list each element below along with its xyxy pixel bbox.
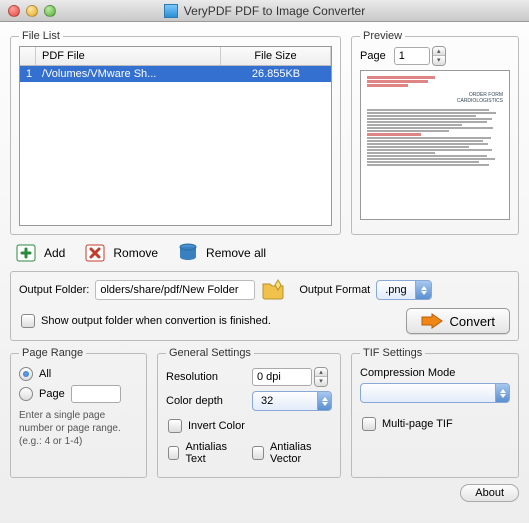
col-index[interactable] — [20, 47, 36, 65]
chevron-updown-icon — [415, 281, 431, 299]
col-file-size[interactable]: File Size — [221, 47, 331, 65]
color-depth-value: 32 — [261, 395, 273, 407]
stepper-up-icon[interactable]: ▴ — [315, 368, 327, 377]
page-input[interactable] — [394, 47, 430, 65]
page-stepper[interactable]: ▴ ▾ — [394, 46, 446, 66]
file-table[interactable]: PDF File File Size 1 /Volumes/VMware Sh.… — [19, 46, 332, 226]
preview-group: Preview Page ▴ ▾ ORD — [351, 30, 519, 235]
add-icon — [14, 241, 38, 265]
app-window: VeryPDF PDF to Image Converter File List… — [0, 0, 529, 523]
antialias-text-checkbox[interactable] — [168, 446, 179, 460]
multipage-tif-checkbox[interactable] — [362, 417, 376, 431]
page-range-input[interactable] — [71, 385, 121, 403]
page-range-hint: Enter a single page number or page range… — [19, 409, 138, 448]
output-folder-input[interactable] — [95, 280, 255, 300]
remove-all-icon — [176, 241, 200, 265]
page-range-page-radio[interactable] — [19, 387, 33, 401]
antialias-text-label: Antialias Text — [185, 441, 236, 465]
chevron-updown-icon — [495, 384, 509, 402]
stepper-down-icon[interactable]: ▾ — [315, 377, 327, 386]
page-range-legend: Page Range — [19, 347, 86, 359]
window-title-text: VeryPDF PDF to Image Converter — [184, 4, 365, 18]
file-list-group: File List PDF File File Size 1 /Volumes/… — [10, 30, 341, 235]
browse-folder-icon[interactable] — [261, 278, 285, 302]
compression-label: Compression Mode — [360, 367, 510, 379]
output-folder-label: Output Folder: — [19, 284, 89, 296]
table-header: PDF File File Size — [20, 47, 331, 66]
table-row[interactable]: 1 /Volumes/VMware Sh... 26.855KB — [20, 66, 331, 82]
output-format-select[interactable]: .png — [376, 280, 432, 300]
general-settings-group: General Settings Resolution ▴▾ Color dep… — [157, 347, 341, 478]
page-range-group: Page Range All Page Enter a single page … — [10, 347, 147, 478]
chevron-updown-icon — [317, 392, 331, 410]
about-button[interactable]: About — [460, 484, 519, 502]
page-range-all-label: All — [39, 368, 51, 380]
resolution-stepper[interactable]: ▴▾ — [252, 367, 328, 387]
titlebar: VeryPDF PDF to Image Converter — [0, 0, 529, 22]
window-title: VeryPDF PDF to Image Converter — [0, 4, 529, 18]
remove-label: Romove — [113, 246, 158, 260]
color-depth-label: Color depth — [166, 395, 242, 407]
stepper-down-icon[interactable]: ▾ — [433, 56, 445, 65]
content-area: File List PDF File File Size 1 /Volumes/… — [0, 22, 529, 523]
multipage-tif-label: Multi-page TIF — [382, 418, 453, 430]
app-icon — [164, 4, 178, 18]
cell-size: 26.855KB — [221, 66, 331, 82]
antialias-vector-label: Antialias Vector — [270, 441, 330, 465]
tif-legend: TIF Settings — [360, 347, 425, 359]
preview-legend: Preview — [360, 30, 405, 42]
page-range-page-label: Page — [39, 388, 65, 400]
tif-settings-group: TIF Settings Compression Mode Multi-page… — [351, 347, 519, 478]
compression-select[interactable] — [360, 383, 510, 403]
invert-color-label: Invert Color — [188, 420, 245, 432]
remove-all-label: Remove all — [206, 246, 266, 260]
show-folder-label: Show output folder when convertion is fi… — [41, 315, 271, 327]
stepper-up-icon[interactable]: ▴ — [433, 47, 445, 56]
page-label: Page — [360, 50, 386, 62]
add-label: Add — [44, 246, 65, 260]
about-label: About — [475, 487, 504, 499]
convert-arrow-icon — [421, 313, 443, 329]
remove-all-button[interactable]: Remove all — [176, 241, 266, 265]
remove-button[interactable]: Romove — [83, 241, 158, 265]
convert-button[interactable]: Convert — [406, 308, 510, 334]
output-format-value: .png — [385, 284, 406, 296]
general-legend: General Settings — [166, 347, 254, 359]
resolution-input[interactable] — [252, 368, 312, 386]
cell-index: 1 — [20, 66, 36, 82]
color-depth-select[interactable]: 32 — [252, 391, 332, 411]
convert-label: Convert — [449, 314, 495, 329]
output-group: Output Folder: Output Format .png Show o… — [10, 271, 519, 341]
output-format-label: Output Format — [299, 284, 370, 296]
col-pdf-file[interactable]: PDF File — [36, 47, 221, 65]
show-folder-checkbox[interactable] — [21, 314, 35, 328]
preview-thumbnail: ORDER FORMCARDIOLOGISTICS — [360, 70, 510, 220]
add-button[interactable]: Add — [14, 241, 65, 265]
remove-icon — [83, 241, 107, 265]
invert-color-checkbox[interactable] — [168, 419, 182, 433]
resolution-label: Resolution — [166, 371, 242, 383]
file-toolbar: Add Romove Remove all — [10, 241, 519, 265]
cell-file: /Volumes/VMware Sh... — [36, 66, 221, 82]
file-list-legend: File List — [19, 30, 63, 42]
page-range-all-radio[interactable] — [19, 367, 33, 381]
antialias-vector-checkbox[interactable] — [252, 446, 264, 460]
